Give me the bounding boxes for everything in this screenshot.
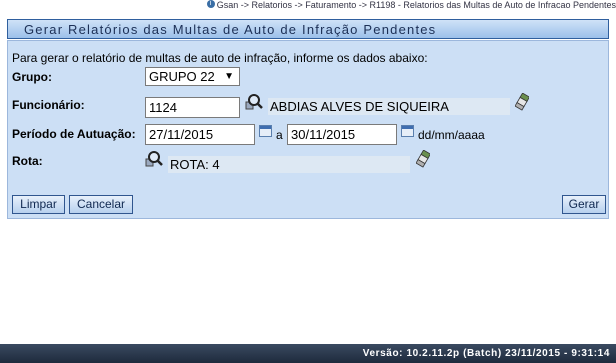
- periodo-label: Período de Autuação:: [12, 127, 136, 141]
- breadcrumb-path: Gsan -> Relatorios -> Faturamento -> R11…: [216, 0, 616, 10]
- form-intro: Para gerar o relatório de multas de auto…: [12, 51, 428, 65]
- magnifier-icon[interactable]: [145, 150, 163, 168]
- limpar-button[interactable]: Limpar: [12, 195, 65, 214]
- page-title: Gerar Relatórios das Multas de Auto de I…: [24, 22, 437, 37]
- gerar-button[interactable]: Gerar: [562, 195, 606, 214]
- calendar-icon[interactable]: [401, 125, 414, 137]
- grupo-select[interactable]: GRUPO 22 ▼: [145, 67, 240, 86]
- grupo-selected-value: GRUPO 22: [149, 69, 215, 84]
- calendar-icon[interactable]: [259, 125, 272, 137]
- periodo-end-input[interactable]: 30/11/2015: [287, 124, 397, 145]
- magnifier-icon[interactable]: [245, 93, 263, 111]
- chevron-down-icon: ▼: [224, 71, 234, 82]
- eraser-icon[interactable]: [515, 93, 529, 111]
- funcionario-code-input[interactable]: 1124: [145, 97, 240, 118]
- date-format-hint: dd/mm/aaaa: [418, 128, 485, 142]
- rota-display: ROTA: 4: [168, 156, 410, 173]
- breadcrumb: i Gsan -> Relatorios -> Faturamento -> R1…: [0, 0, 616, 10]
- eraser-icon[interactable]: [416, 150, 430, 168]
- cancelar-button[interactable]: Cancelar: [69, 195, 133, 214]
- rota-label: Rota:: [12, 154, 43, 168]
- funcionario-name-display: ABDIAS ALVES DE SIQUEIRA: [268, 98, 510, 115]
- grupo-label: Grupo:: [12, 70, 52, 84]
- periodo-start-input[interactable]: 27/11/2015: [145, 124, 255, 145]
- funcionario-label: Funcionário:: [12, 98, 85, 112]
- version-text: Versão: 10.2.11.2p (Batch) 23/11/2015 - …: [362, 348, 610, 359]
- periodo-separator: a: [276, 128, 283, 142]
- version-footer: Versão: 10.2.11.2p (Batch) 23/11/2015 - …: [0, 344, 616, 363]
- info-icon: i: [206, 0, 215, 8]
- page-title-bar: Gerar Relatórios das Multas de Auto de I…: [7, 19, 609, 39]
